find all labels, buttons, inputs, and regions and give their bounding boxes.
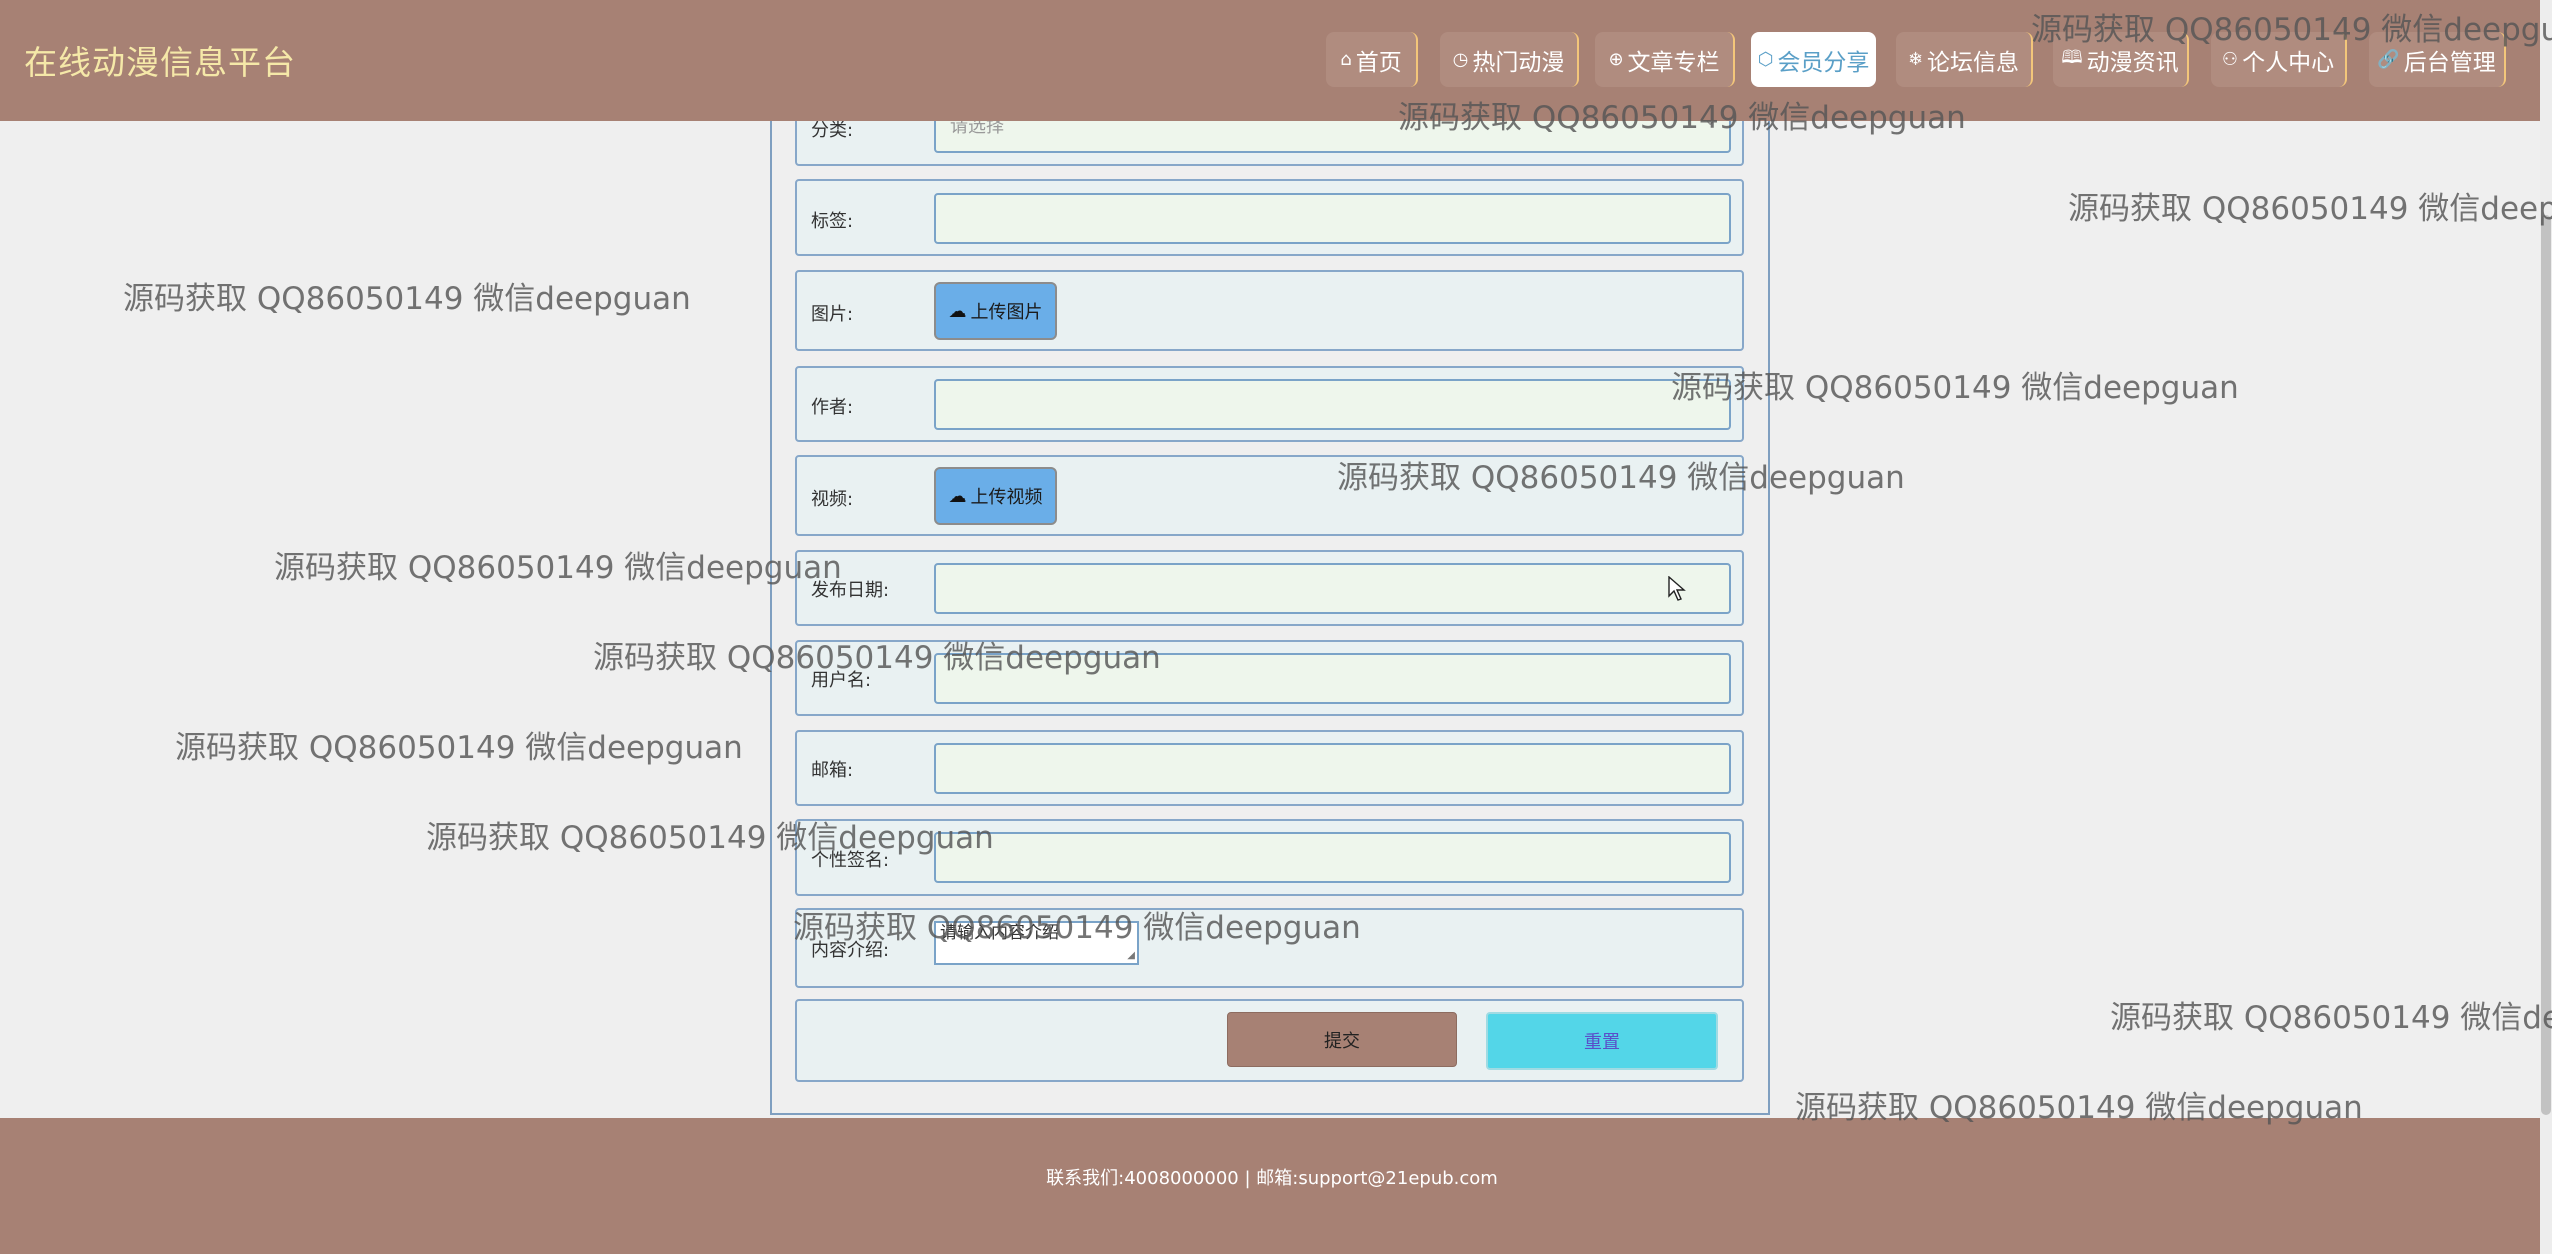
watermark-text: 源码获取 QQ86050149 微信deepguan (123, 281, 691, 317)
nav-forum-label: 论坛信息 (1927, 49, 2020, 76)
globe-icon: ⊕ (1608, 49, 1624, 70)
video-label: 视频: (811, 489, 854, 510)
signature-input[interactable] (934, 832, 1731, 883)
tags-label: 标签: (811, 211, 854, 232)
page-footer: 联系我们:4008000000 | 邮箱:support@21epub.com (0, 1118, 2540, 1254)
tags-input[interactable] (934, 193, 1731, 244)
snowflake-icon: ❄ (1907, 49, 1924, 70)
nav-member-share[interactable]: ⬡ 会员分享 (1751, 32, 1876, 87)
nav-member-share-label: 会员分享 (1777, 49, 1870, 76)
publish-date-input[interactable] (934, 563, 1731, 614)
nav-articles[interactable]: ⊕ 文章专栏 (1595, 32, 1735, 87)
nav-personal-center[interactable]: ⚇ 个人中心 (2211, 32, 2347, 87)
link-icon: 🔗 (2377, 49, 2400, 70)
email-label: 邮箱: (811, 760, 854, 781)
resize-grip-icon[interactable]: ◢ (1127, 951, 1135, 961)
username-label: 用户名: (811, 670, 872, 691)
top-header: 在线动漫信息平台 ⌂ 首页 ◷ 热门动漫 ⊕ 文章专栏 ⬡ 会员分享 ❄ 论坛信… (0, 0, 2540, 121)
upload-video-button[interactable]: ☁ 上传视频 (934, 467, 1057, 525)
watermark-text: 源码获取 QQ86050149 微信deepguan (2068, 191, 2552, 227)
author-input[interactable] (934, 379, 1731, 430)
nav-anime-news[interactable]: 🕮 动漫资讯 (2053, 32, 2189, 87)
watermark-text: 源码获取 QQ86050149 微信deepguan (2110, 1000, 2552, 1036)
nav-admin-label: 后台管理 (2403, 49, 2496, 76)
nav-home-label: 首页 (1355, 49, 1402, 76)
nav-home[interactable]: ⌂ 首页 (1326, 32, 1418, 87)
user-icon: ⚇ (2221, 49, 2239, 70)
nav-hot-anime[interactable]: ◷ 热门动漫 (1440, 32, 1579, 87)
publish-date-row: 发布日期: (795, 550, 1744, 626)
book-icon: 🕮 (2061, 46, 2083, 68)
cloud-upload-icon: ☁ (948, 300, 967, 322)
nav-forum[interactable]: ❄ 论坛信息 (1896, 32, 2033, 87)
publish-date-label: 发布日期: (811, 580, 890, 601)
author-row: 作者: (795, 366, 1744, 442)
signature-row: 个性签名: (795, 819, 1744, 896)
upload-video-label: 上传视频 (970, 487, 1043, 508)
username-row: 用户名: (795, 640, 1744, 716)
image-row: 图片: ☁ 上传图片 (795, 270, 1744, 351)
mouse-cursor-icon (1668, 576, 1686, 601)
video-row: 视频: ☁ 上传视频 (795, 455, 1744, 536)
home-icon: ⌂ (1340, 49, 1352, 70)
email-row: 邮箱: (795, 730, 1744, 806)
tags-row: 标签: (795, 179, 1744, 256)
intro-textarea[interactable]: 请输入内容介绍 ◢ (934, 921, 1139, 965)
watermark-text: 源码获取 QQ86050149 微信deepguan (175, 730, 743, 766)
cube-icon: ⬡ (1757, 49, 1774, 70)
footer-contact: 联系我们:4008000000 | 邮箱:support@21epub.com (1046, 1168, 1498, 1189)
nav-personal-center-label: 个人中心 (2242, 49, 2335, 76)
actions-row: 提交 重置 (795, 999, 1744, 1082)
intro-label: 内容介绍: (811, 940, 890, 961)
nav-articles-label: 文章专栏 (1627, 49, 1720, 76)
nav-admin[interactable]: 🔗 后台管理 (2369, 32, 2506, 87)
email-input[interactable] (934, 743, 1731, 794)
main-nav: ⌂ 首页 ◷ 热门动漫 ⊕ 文章专栏 ⬡ 会员分享 ❄ 论坛信息 🕮 动漫资讯 (0, 0, 2540, 121)
reset-button[interactable]: 重置 (1486, 1012, 1718, 1070)
scrollbar-thumb[interactable] (2541, 215, 2551, 1115)
nav-hot-anime-label: 热门动漫 (1472, 49, 1565, 76)
upload-image-label: 上传图片 (970, 302, 1043, 323)
nav-anime-news-label: 动漫资讯 (2086, 49, 2179, 76)
upload-image-button[interactable]: ☁ 上传图片 (934, 282, 1057, 340)
signature-label: 个性签名: (811, 850, 890, 871)
image-label: 图片: (811, 304, 854, 325)
submit-button[interactable]: 提交 (1227, 1012, 1457, 1067)
author-label: 作者: (811, 397, 854, 418)
intro-textarea-placeholder: 请输入内容介绍 (940, 923, 1059, 943)
intro-row: 内容介绍: 请输入内容介绍 ◢ (795, 908, 1744, 988)
username-input[interactable] (934, 653, 1731, 704)
cloud-upload-icon: ☁ (948, 485, 967, 507)
clock-icon: ◷ (1452, 49, 1469, 70)
watermark-text: 源码获取 QQ86050149 微信deepguan (274, 550, 842, 586)
